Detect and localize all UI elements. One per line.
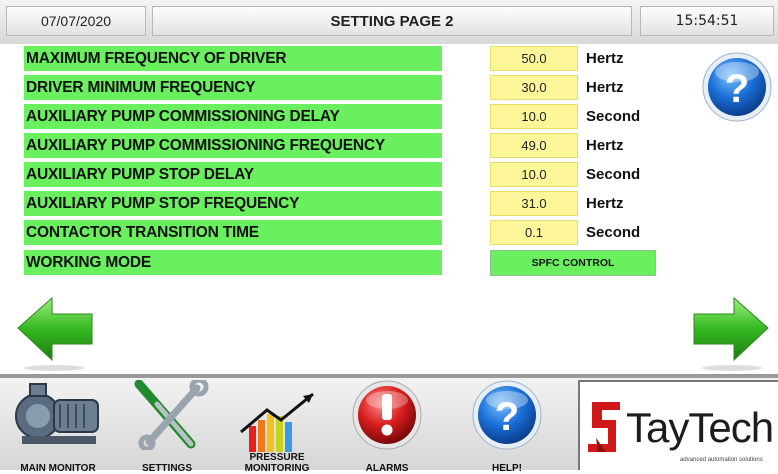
main-monitor-label: MAIN MONITOR (20, 463, 96, 474)
forward-arrow-icon (693, 296, 769, 371)
param-value-min-frequency[interactable]: 30.0 (490, 75, 578, 100)
logo-name: TayTech (626, 404, 774, 451)
help-button[interactable]: ? (700, 50, 774, 124)
param-value-contactor-transition-time[interactable]: 0.1 (490, 220, 578, 245)
alarms-label: ALARMS (365, 463, 409, 474)
header-bar: 07/07/2020 SETTING PAGE 2 15:54:51 (0, 0, 778, 44)
param-unit-max-frequency: Hertz (586, 50, 624, 67)
taytech-logo-icon (588, 402, 620, 452)
param-label-contactor-transition-time: CONTACTOR TRANSITION TIME (24, 220, 442, 245)
working-mode-button[interactable]: SPFC CONTROL (490, 250, 656, 276)
help-icon: ? (702, 52, 772, 122)
main-monitor-button[interactable]: MAIN MONITOR (3, 378, 113, 474)
param-unit-aux-stop-delay: Second (586, 166, 641, 183)
pump-icon (15, 383, 99, 444)
pressure-chart-icon (240, 392, 314, 452)
pressure-monitoring-button[interactable]: PRESSURE MONITORING (222, 378, 332, 474)
help-nav-button[interactable]: ? HELP! (452, 378, 562, 474)
param-unit-aux-stop-frequency: Hertz (586, 195, 624, 212)
param-label-aux-commissioning-frequency: AUXILIARY PUMP COMMISSIONING FREQUENCY (24, 133, 442, 158)
pressure-label-line1: PRESSURE (249, 452, 305, 463)
param-value-max-frequency[interactable]: 50.0 (490, 46, 578, 71)
settings-label: SETTINGS (141, 463, 192, 474)
alarms-button[interactable]: ALARMS (332, 378, 442, 474)
param-unit-min-frequency: Hertz (586, 79, 624, 96)
param-label-max-frequency: MAXIMUM FREQUENCY OF DRIVER (24, 46, 442, 71)
pressure-label-line2: MONITORING (244, 463, 310, 474)
taytech-logo: TayTech advanced automation solutions (578, 380, 778, 470)
help-icon: ? (472, 380, 542, 450)
settings-tools-icon (134, 380, 209, 450)
help-label: HELP! (492, 463, 522, 474)
param-unit-aux-commissioning-delay: Second (586, 108, 641, 125)
svg-text:?: ? (495, 395, 519, 439)
working-mode-label: WORKING MODE (24, 250, 442, 275)
param-value-aux-stop-delay[interactable]: 10.0 (490, 162, 578, 187)
alarm-icon (352, 380, 422, 450)
settings-button[interactable]: SETTINGS (112, 378, 222, 474)
param-label-aux-stop-frequency: AUXILIARY PUMP STOP FREQUENCY (24, 191, 442, 216)
back-arrow-icon (17, 296, 93, 371)
previous-page-button[interactable] (14, 292, 94, 372)
param-label-aux-stop-delay: AUXILIARY PUMP STOP DELAY (24, 162, 442, 187)
param-label-min-frequency: DRIVER MINIMUM FREQUENCY (24, 75, 442, 100)
param-unit-aux-commissioning-frequency: Hertz (586, 137, 624, 154)
logo-tagline: advanced automation solutions (680, 457, 763, 463)
param-value-aux-stop-frequency[interactable]: 31.0 (490, 191, 578, 216)
svg-text:?: ? (725, 67, 749, 111)
param-value-aux-commissioning-delay[interactable]: 10.0 (490, 104, 578, 129)
date-display: 07/07/2020 (6, 6, 146, 36)
time-display: 15:54:51 (640, 6, 774, 36)
param-value-aux-commissioning-frequency[interactable]: 49.0 (490, 133, 578, 158)
next-page-button[interactable] (692, 292, 772, 372)
page-title: SETTING PAGE 2 (152, 6, 632, 36)
param-unit-contactor-transition-time: Second (586, 224, 641, 241)
param-label-aux-commissioning-delay: AUXILIARY PUMP COMMISSIONING DELAY (24, 104, 442, 129)
